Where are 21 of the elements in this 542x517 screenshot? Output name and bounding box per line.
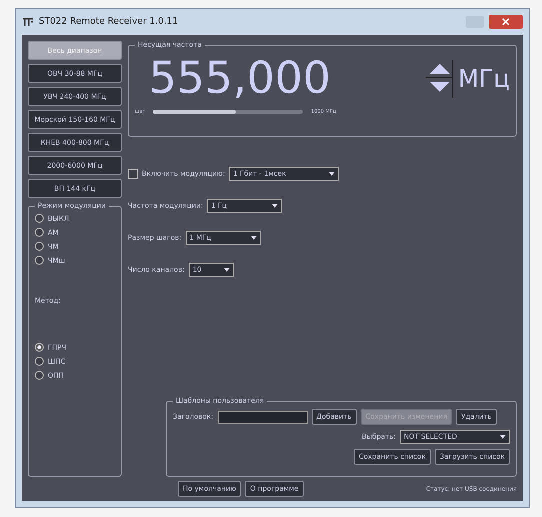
close-icon[interactable] (489, 15, 523, 29)
dropdown-caret-icon (250, 236, 257, 240)
radio-button[interactable] (35, 228, 44, 237)
input-field[interactable] (218, 410, 308, 424)
radio-button[interactable] (35, 214, 44, 223)
radio-button[interactable] (35, 343, 44, 352)
app-icon (22, 17, 34, 27)
dropdown-caret-icon (272, 204, 278, 208)
checkbox[interactable] (128, 169, 138, 179)
unit-label: МГц (458, 64, 510, 92)
dropdown-caret-icon (224, 268, 230, 272)
frequency-slider[interactable] (153, 110, 304, 114)
dropdown-caret-icon (329, 172, 336, 176)
radio-button[interactable] (35, 371, 44, 380)
window-title: ST022 Remote Receiver 1.0.11 (39, 17, 180, 27)
radio-button[interactable] (35, 256, 44, 265)
radio-button[interactable] (35, 357, 44, 366)
spin-arrows-icon[interactable] (426, 60, 454, 98)
radio-button[interactable] (35, 242, 44, 251)
dropdown-caret-icon (500, 435, 506, 439)
frequency-value: 555,000 (148, 53, 332, 104)
